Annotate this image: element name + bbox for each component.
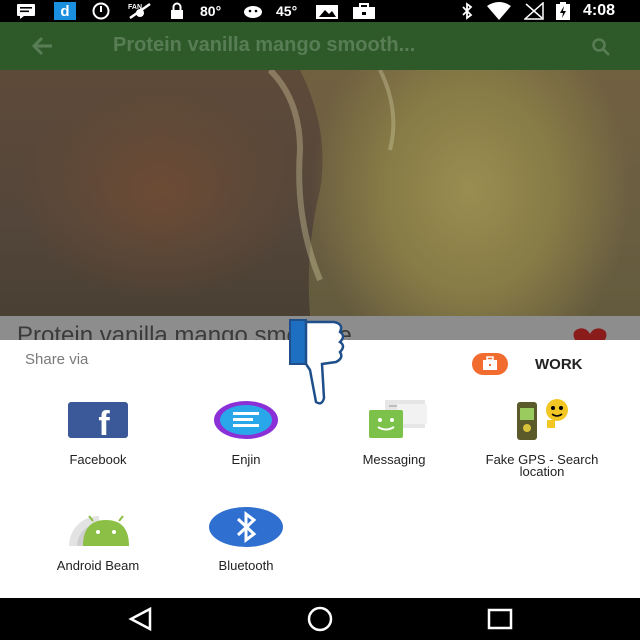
app-label-messaging: Messaging [362, 452, 426, 467]
heart-icon[interactable] [568, 326, 612, 340]
messaging-icon [359, 400, 429, 440]
back-arrow-icon[interactable] [28, 32, 58, 60]
battery-charging-icon [555, 2, 571, 20]
d-app-icon: d [54, 2, 76, 20]
share-app-android-beam[interactable]: Android Beam [24, 506, 172, 576]
home-circle-icon[interactable] [305, 606, 335, 632]
page-title: Protein vanilla mango smooth... [113, 34, 416, 56]
no-fan-icon: FAN [126, 2, 154, 20]
briefcase-icon [352, 2, 376, 20]
share-app-fake-gps[interactable]: Fake GPS - Search location [468, 398, 616, 479]
back-triangle-icon[interactable] [126, 606, 156, 632]
share-app-facebook[interactable]: f Facebook [24, 400, 172, 470]
fake-gps-icon [507, 398, 577, 442]
app-label-android-beam: Android Beam [56, 558, 140, 573]
bluetooth-icon [208, 506, 284, 548]
search-icon[interactable] [591, 37, 611, 57]
message-icon [16, 2, 36, 20]
app-label-fake-gps: Fake GPS - Search location [485, 452, 599, 479]
recents-square-icon[interactable] [485, 606, 515, 632]
temp1-label: 80° [200, 3, 222, 19]
cloud-icon [243, 2, 263, 20]
bluetooth-status-icon [460, 2, 474, 20]
app-label-bluetooth: Bluetooth [218, 558, 274, 573]
app-label-facebook: Facebook [69, 452, 127, 467]
recipe-photo [0, 70, 640, 316]
temp2-label: 45° [276, 3, 298, 19]
status-bar: d FAN 80° 45° 4:08 [0, 0, 640, 22]
alarm-icon [92, 2, 110, 20]
photo-icon [315, 2, 339, 20]
app-label-enjin: Enjin [231, 452, 261, 467]
share-via-label: Share via [25, 351, 89, 368]
enjin-icon [213, 400, 279, 440]
share-app-enjin[interactable]: Enjin [172, 400, 320, 470]
facebook-icon: f [68, 402, 128, 443]
share-app-bluetooth[interactable]: Bluetooth [172, 506, 320, 576]
no-signal-icon [524, 2, 544, 20]
share-app-messaging[interactable]: Messaging [320, 400, 468, 470]
navigation-bar [0, 598, 640, 640]
lock-icon [170, 2, 184, 20]
app-bar: Protein vanilla mango smooth... [0, 22, 640, 70]
work-tab-label[interactable]: WORK [535, 356, 583, 373]
android-beam-icon [63, 506, 133, 548]
work-briefcase-icon[interactable] [472, 353, 508, 375]
thumbs-down-icon [288, 318, 348, 408]
clock-label: 4:08 [583, 2, 616, 19]
wifi-icon [486, 2, 512, 20]
svg-text:f: f [98, 405, 110, 438]
svg-text:d: d [60, 3, 69, 20]
